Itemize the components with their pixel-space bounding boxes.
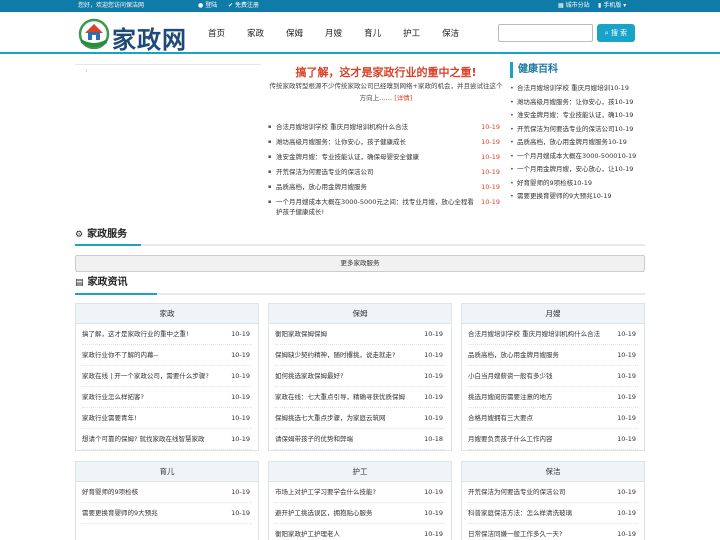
- list-item[interactable]: 好育婴师的9项检核10-19: [510, 177, 645, 191]
- chevron-left-icon[interactable]: ‹: [85, 67, 88, 75]
- list-item[interactable]: 挑选月嫂阅历需要注意的地方 10-19: [468, 387, 638, 408]
- list-item[interactable]: 合法月嫂培训学校 重庆月嫂培训10-19: [510, 82, 645, 96]
- welcome-text: 您好，欢迎您访问保洁网: [78, 2, 145, 9]
- list-item[interactable]: 合格月嫂拥有三大要点 10-19: [468, 408, 638, 429]
- main-nav: 首页 家政 保姆 月嫂 育儿 护工 保洁: [208, 27, 481, 41]
- list-item[interactable]: 开荒保洁为何要选专业的保洁公司10-19: [268, 167, 504, 177]
- list-item[interactable]: 月嫂要负责孩子什么工作内容 10-19: [468, 429, 638, 450]
- list-item[interactable]: 请保姆带孩子的优势和弊端 10-18: [275, 429, 445, 450]
- list-item[interactable]: 衡阳家政护工护理老人 10-19: [275, 524, 445, 540]
- detail-link[interactable]: [详情]: [394, 94, 412, 102]
- list-item[interactable]: 需要更换育婴师的9大预兆10-19: [510, 190, 645, 204]
- list-item[interactable]: 淮安金牌月嫂：专业技能认证，确保母婴安全健康10-19: [268, 152, 504, 162]
- list-item[interactable]: 衡阳家政保姆保姆 10-19: [275, 324, 445, 345]
- nav-caregiver[interactable]: 护工: [403, 27, 420, 41]
- gears-icon: ⚙: [75, 230, 84, 240]
- list-item[interactable]: 潍坊高级月嫂服务：让你安心，孩子健康成长10-19: [268, 137, 504, 147]
- divider: [75, 244, 645, 246]
- user-icon: ●: [198, 2, 204, 9]
- logo-house-icon[interactable]: [78, 17, 110, 49]
- list-item[interactable]: 想请个可靠的保姆? 就找家政在线智慧家政 10-19: [82, 429, 252, 450]
- check-icon: ✔: [228, 2, 234, 9]
- news-box-maternity-matron: 月嫂 合法月嫂培训学校 重庆月嫂培训机构什么合法 10-19 品质高档，放心用金牌…: [461, 303, 645, 451]
- nav-home[interactable]: 首页: [208, 27, 225, 41]
- news-box-housekeeping: 家政 搞了解，这才是家政行业的重中之重! 10-19 家政行业你不了解的内幕-- 1…: [75, 303, 259, 451]
- header: 家政网 首页 家政 保姆 月嫂 育儿 护工 保洁 ⌕ 搜 索: [0, 12, 720, 54]
- list-item[interactable]: 搞了解，这才是家政行业的重中之重! 10-19: [82, 324, 252, 345]
- list-item[interactable]: 开荒保洁为何要选专业的保洁公司10-19: [468, 482, 638, 503]
- list-item[interactable]: 家政行业你不了解的内幕-- 10-19: [82, 345, 252, 366]
- news-box-caregiver: 护工 市场上对护工学习要学会什么技能? 10-19 避开护工挑选误区，拥抱贴心服务…: [268, 461, 452, 540]
- list-item[interactable]: 开荒保洁为何要选专业的保洁公司10-19: [510, 123, 645, 137]
- nav-housekeeping[interactable]: 家政: [247, 27, 264, 41]
- box-title[interactable]: 月嫂: [462, 304, 644, 324]
- list-item[interactable]: 家政行业怎么样拓客? 10-19: [82, 387, 252, 408]
- list-item[interactable]: 好育婴师的9项检核10-19: [82, 482, 252, 503]
- news-box-childcare: 育儿 好育婴师的9项检核 10-19 需要更换育婴师的9大预兆 10-19: [75, 461, 259, 540]
- list-item[interactable]: 品质高档，放心用金牌月嫂服务10-19: [468, 345, 638, 366]
- list-item[interactable]: 保姆挑选七大重点步骤，为家庭云筑网 10-19: [275, 408, 445, 429]
- document-icon: ▤: [75, 278, 84, 288]
- top-bar: 您好，欢迎您访问保洁网 ● 登陆 ✔ 免费注册 ▦ 城市分站 ▮ 手机版 ▾: [0, 0, 720, 12]
- health-list: 合法月嫂培训学校 重庆月嫂培训10-19 潍坊高级月嫂服务：让你安心，孩10-1…: [510, 82, 645, 204]
- list-item[interactable]: 避开护工挑选误区，拥抱贴心服务 10-19: [275, 503, 445, 524]
- box-title[interactable]: 护工: [269, 462, 451, 482]
- health-encyclopedia-title: 健康百科: [510, 62, 645, 78]
- list-item[interactable]: 品质高档，放心用金牌月嫂服务10-19: [510, 136, 645, 150]
- list-item[interactable]: 淮安金牌月嫂：专业技能认证，确10-19: [510, 109, 645, 123]
- mobile-version-link[interactable]: ▮ 手机版 ▾: [598, 0, 626, 12]
- list-item[interactable]: 市场上对护工学习要学会什么技能? 10-19: [275, 482, 445, 503]
- phone-icon: ▮: [598, 2, 602, 9]
- news-box-cleaning: 保洁 开荒保洁为何要选专业的保洁公司 10-19 科普家庭保洁方法：怎么样清洗玻璃…: [461, 461, 645, 540]
- list-item[interactable]: 小白当月嫂薪资一般有多少钱 10-19: [468, 366, 638, 387]
- list-item[interactable]: 一个月月嫂成本大概在3000-500010-19: [510, 150, 645, 164]
- banner-slider[interactable]: ‹: [75, 64, 261, 78]
- search-button[interactable]: ⌕ 搜 索: [597, 24, 635, 42]
- services-section-title: ⚙ 家政服务: [75, 229, 128, 240]
- nav-maternity-matron[interactable]: 月嫂: [325, 27, 342, 41]
- login-link[interactable]: ● 登陆: [198, 0, 217, 12]
- more-services-button[interactable]: 更多家政服务: [75, 255, 645, 272]
- list-item[interactable]: 日常保洁同嫌一般工作多久一天? 10-19: [468, 524, 638, 540]
- news-section-title: ▤ 家政资讯: [75, 277, 128, 288]
- search-icon: ⌕: [604, 29, 609, 37]
- box-title[interactable]: 家政: [76, 304, 258, 324]
- box-title[interactable]: 保姆: [269, 304, 451, 324]
- list-item[interactable]: 品质高档，放心用金牌月嫂服务10-19: [268, 182, 504, 192]
- register-link[interactable]: ✔ 免费注册: [228, 0, 259, 12]
- list-item[interactable]: 潍坊高级月嫂服务：让你安心，孩10-19: [510, 96, 645, 110]
- caret-down-icon: ▾: [623, 2, 627, 9]
- divider: [75, 293, 645, 295]
- news-box-nanny: 保姆 衡阳家政保姆保姆 10-19 保姆缺少契约精神，随时撂挑，说走就走? 10-1…: [268, 303, 452, 451]
- list-item[interactable]: 科普家庭保洁方法：怎么样清洗玻璃 10-19: [468, 503, 638, 524]
- list-item[interactable]: 合法月嫂培训学校 重庆月嫂培训机构什么合法10-19: [268, 122, 504, 132]
- nav-cleaning[interactable]: 保洁: [442, 27, 459, 41]
- search-input[interactable]: [498, 24, 593, 42]
- box-title[interactable]: 育儿: [76, 462, 258, 482]
- list-item[interactable]: 合法月嫂培训学校 重庆月嫂培训机构什么合法10-19: [468, 324, 638, 345]
- list-item[interactable]: 保姆缺少契约精神，随时撂挑，说走就走? 10-19: [275, 345, 445, 366]
- grid-icon: ▦: [558, 2, 564, 9]
- list-item[interactable]: 需要更换育婴师的9大预兆10-19: [82, 503, 252, 524]
- list-item[interactable]: 如何挑选家政保姆最好? 10-19: [275, 366, 445, 387]
- list-item[interactable]: 家政在线 | 开一个家政公司，需要什么步骤? 10-19: [82, 366, 252, 387]
- headline-news-list: 合法月嫂培训学校 重庆月嫂培训机构什么合法10-19 潍坊高级月嫂服务：让你安心…: [268, 122, 504, 222]
- list-item[interactable]: 一个月月嫂成本大概在3000-5000元之间：找专业月嫂，放心全程看护孩子健康成…: [268, 197, 504, 217]
- logo-text[interactable]: 家政网: [112, 20, 187, 55]
- headline-summary: 传统家政转型根源不少传统家政公司已经嗅到网络+家政的机会，并且尝试往这个方向上……: [269, 82, 503, 102]
- list-item[interactable]: 家政在线：七大重点引导，精确寻获优质保姆 10-19: [275, 387, 445, 408]
- nav-childcare[interactable]: 育儿: [364, 27, 381, 41]
- headline-title[interactable]: 搞了解，这才是家政行业的重中之重!: [268, 64, 504, 80]
- list-item[interactable]: 家政行业需要青年! 10-19: [82, 408, 252, 429]
- nav-nanny[interactable]: 保姆: [286, 27, 303, 41]
- box-title[interactable]: 保洁: [462, 462, 644, 482]
- city-station-link[interactable]: ▦ 城市分站: [558, 0, 590, 12]
- list-item[interactable]: 一个月用金牌月嫂，安心放心，让10-19: [510, 163, 645, 177]
